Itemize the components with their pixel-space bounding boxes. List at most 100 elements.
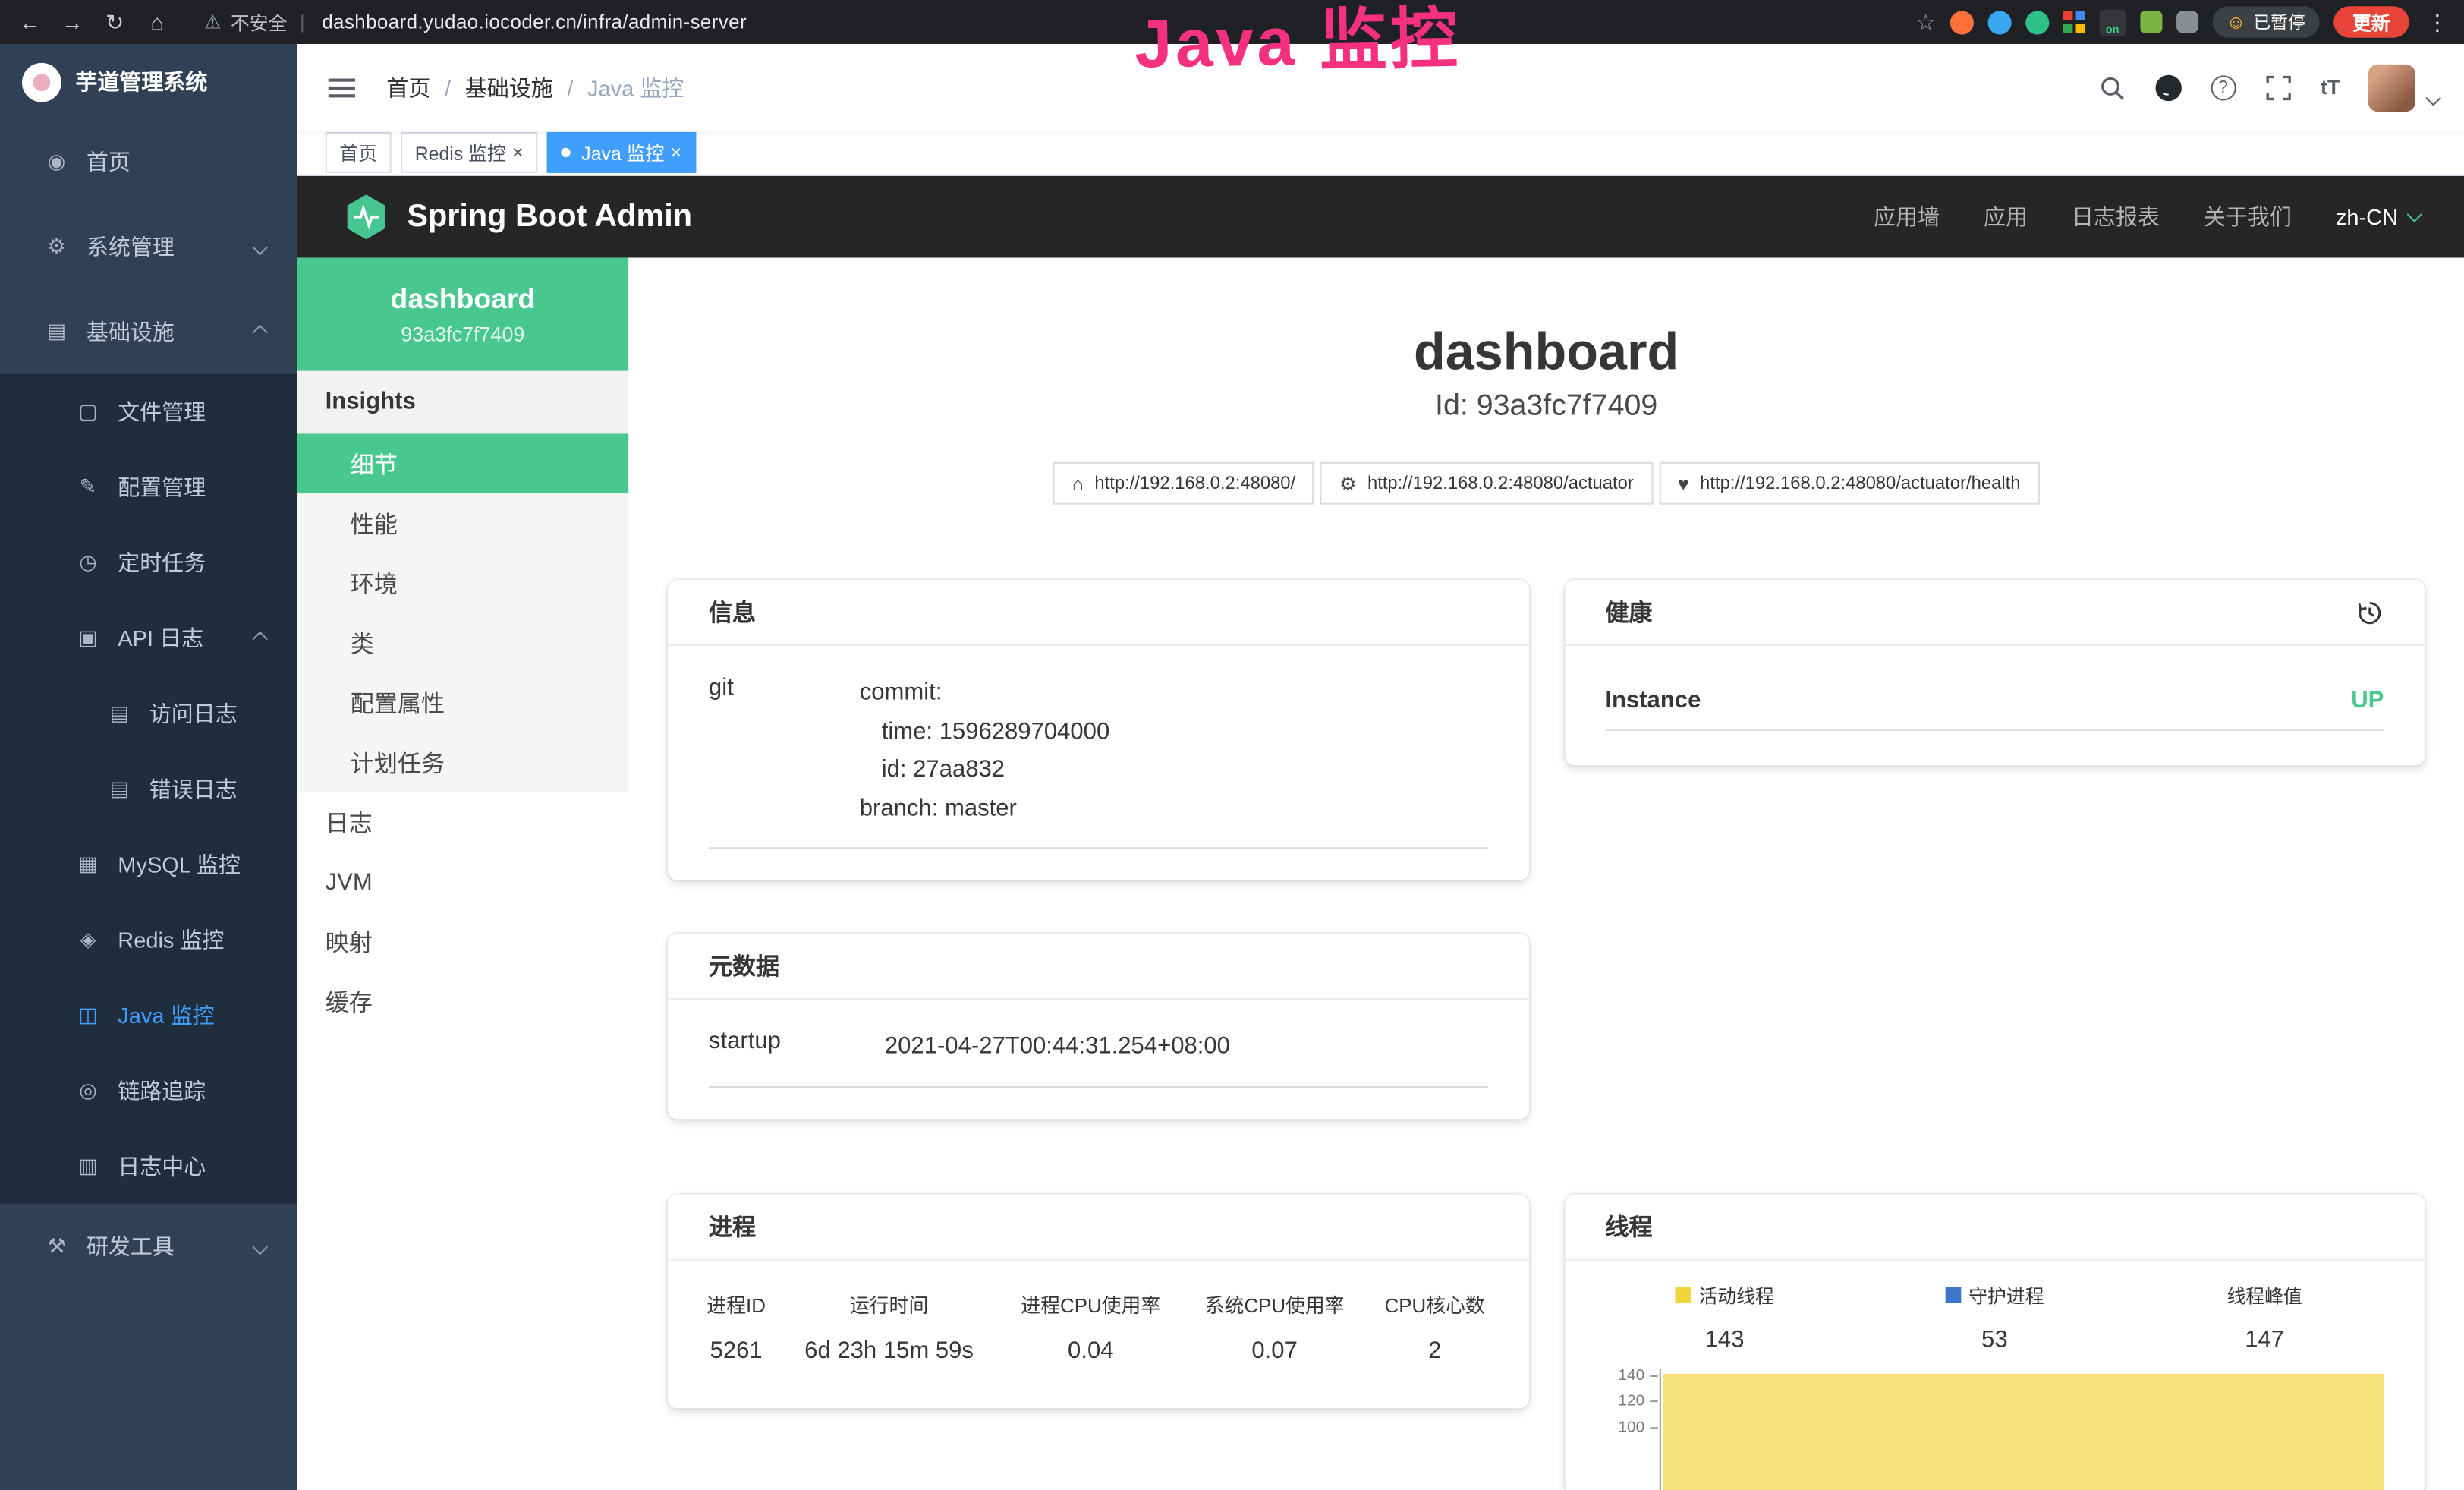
address-bar[interactable]: dashboard.yudao.iocoder.cn/infra/admin-s… — [322, 11, 747, 33]
sidebar-item-api-log[interactable]: ▣ API 日志 — [0, 600, 297, 676]
browser-menu-icon[interactable]: ⋮ — [2426, 8, 2448, 35]
sba-brand[interactable]: Spring Boot Admin — [341, 192, 692, 242]
sidebar-item-label: 系统管理 — [87, 231, 175, 262]
val-system-cpu: 0.07 — [1182, 1328, 1366, 1382]
sidebar-item-redis-monitor[interactable]: ◈ Redis 监控 — [0, 903, 297, 978]
sidebar-item-label: 配置管理 — [118, 471, 206, 502]
edit-icon: ✎ — [75, 474, 100, 499]
breadcrumb-home[interactable]: 首页 — [386, 71, 430, 102]
tab-home[interactable]: 首页 — [326, 132, 392, 173]
security-chip[interactable]: ⚠ 不安全 | — [204, 8, 307, 35]
menu-item-beans[interactable]: 类 — [297, 613, 628, 673]
metadata-card: 元数据 startup 2021-04-27T00:44:31.254+08:0… — [668, 934, 1528, 1118]
git-commit-line: commit: — [860, 674, 1110, 713]
avatar-caret-icon — [2425, 90, 2440, 106]
paused-badge[interactable]: ☺ 已暂停 — [2212, 6, 2319, 37]
menu-item-mappings[interactable]: 映射 — [297, 912, 628, 972]
search-icon[interactable] — [2097, 73, 2126, 101]
instance-urls: ⌂ http://192.168.0.2:48080/ ⚙ http://192… — [628, 462, 2464, 505]
actuator-url-badge[interactable]: ⚙ http://192.168.0.2:48080/actuator — [1320, 462, 1652, 505]
sidebar-toggle[interactable] — [323, 71, 362, 102]
log-icon: ▣ — [75, 625, 100, 650]
extension-fox-icon[interactable] — [1949, 10, 1973, 33]
update-button[interactable]: 更新 — [2333, 6, 2409, 37]
sidebar-item-scheduled-jobs[interactable]: ◷ 定时任务 — [0, 525, 297, 600]
sidebar-item-system[interactable]: ⚙ 系统管理 — [0, 204, 297, 289]
menu-item-jvm[interactable]: JVM — [297, 852, 628, 912]
health-instance-row[interactable]: Instance UP — [1605, 687, 2384, 731]
refresh-icon[interactable]: ↻ — [101, 0, 129, 44]
health-url-badge[interactable]: ♥ http://192.168.0.2:48080/actuator/heal… — [1659, 462, 2039, 505]
menu-item-metrics[interactable]: 性能 — [297, 493, 628, 553]
menu-item-loggers[interactable]: 日志 — [297, 792, 628, 852]
java-monitor-icon: ◫ — [75, 1003, 100, 1028]
sidebar-item-infra[interactable]: ▤ 基础设施 — [0, 289, 297, 374]
home-icon[interactable]: ⌂ — [143, 0, 171, 44]
sidebar-item-dev-tools[interactable]: ⚒ 研发工具 — [0, 1204, 297, 1289]
sidebar-item-trace[interactable]: ◎ 链路追踪 — [0, 1053, 297, 1128]
extensions-puzzle-icon[interactable] — [2176, 11, 2198, 33]
tab-java-monitor[interactable]: Java 监控 × — [547, 132, 696, 173]
sba-navbar: Spring Boot Admin 应用墙 应用 日志报表 关于我们 zh-CN — [297, 176, 2464, 258]
info-card-title: 信息 — [668, 580, 1528, 646]
metadata-card-title: 元数据 — [668, 934, 1528, 1000]
health-card: 健康 — [1564, 580, 2425, 765]
extension-on-badge[interactable]: on — [2099, 8, 2126, 35]
extension-leaf-icon[interactable] — [2140, 11, 2162, 33]
health-card-title: 健康 — [1605, 596, 1652, 628]
menu-item-environment[interactable]: 环境 — [297, 553, 628, 613]
health-instance-label: Instance — [1605, 687, 1701, 713]
nav-applications[interactable]: 应用 — [1984, 201, 2028, 232]
tab-label: Redis 监控 — [415, 139, 506, 165]
sba-logo-icon — [341, 192, 391, 242]
process-header-row: 进程ID 运行时间 进程CPU使用率 系统CPU使用率 CPU核心数 — [693, 1275, 1503, 1327]
metadata-value: 2021-04-27T00:44:31.254+08:00 — [885, 1028, 1230, 1066]
extension-drop-icon[interactable] — [1987, 10, 2011, 33]
fullscreen-icon[interactable] — [2264, 73, 2292, 101]
history-icon[interactable] — [2355, 598, 2384, 626]
app-logo[interactable]: 芋道管理系统 — [0, 44, 297, 119]
tab-redis-monitor[interactable]: Redis 监控 × — [401, 132, 537, 173]
close-icon[interactable]: × — [512, 143, 524, 162]
help-icon[interactable]: ? — [2211, 74, 2236, 99]
legend-daemon-threads: 守护进程 53 — [1859, 1282, 2129, 1353]
service-url-badge[interactable]: ⌂ http://192.168.0.2:48080/ — [1053, 462, 1314, 505]
menu-item-caches[interactable]: 缓存 — [297, 972, 628, 1032]
menu-item-config-props[interactable]: 配置属性 — [297, 673, 628, 732]
nav-about[interactable]: 关于我们 — [2204, 201, 2292, 232]
yellow-square-icon — [1675, 1287, 1691, 1303]
avatar[interactable] — [2368, 64, 2415, 111]
menu-item-scheduled-tasks[interactable]: 计划任务 — [297, 732, 628, 792]
sidebar-item-log-center[interactable]: ▥ 日志中心 — [0, 1129, 297, 1204]
sidebar-item-mysql-monitor[interactable]: ▦ MySQL 监控 — [0, 827, 297, 902]
sidebar-item-config-manage[interactable]: ✎ 配置管理 — [0, 449, 297, 524]
sidebar-item-error-log[interactable]: ▤ 错误日志 — [0, 751, 297, 827]
tab-label: 首页 — [339, 139, 377, 165]
bookmark-star-icon[interactable]: ☆ — [1916, 8, 1936, 35]
nav-journal[interactable]: 日志报表 — [2072, 201, 2160, 232]
back-icon[interactable]: ← — [16, 0, 44, 44]
instance-header[interactable]: dashboard 93a3fc7f7409 — [297, 258, 628, 371]
sidebar-item-home[interactable]: ◉ 首页 — [0, 119, 297, 204]
breadcrumb-infra[interactable]: 基础设施 — [465, 71, 553, 102]
extension-green-icon[interactable] — [2025, 10, 2049, 33]
github-icon[interactable] — [2154, 73, 2182, 101]
close-icon[interactable]: × — [671, 143, 682, 162]
instance-name: dashboard — [391, 283, 536, 316]
val-pid: 5261 — [693, 1328, 779, 1382]
info-value: commit: time: 1596289704000 id: 27aa832 … — [860, 674, 1110, 828]
sidebar-item-java-monitor[interactable]: ◫ Java 监控 — [0, 978, 297, 1053]
val-process-cpu: 0.04 — [999, 1328, 1182, 1382]
sidebar-item-label: 基础设施 — [87, 316, 175, 347]
extension-grid-icon[interactable] — [2063, 11, 2085, 33]
sidebar-item-file-manage[interactable]: ▢ 文件管理 — [0, 374, 297, 449]
locale-selector[interactable]: zh-CN — [2336, 204, 2420, 229]
font-size-icon[interactable]: tT — [2321, 75, 2340, 99]
legend-label: 线程峰值 — [2226, 1282, 2302, 1309]
sidebar-item-label: API 日志 — [118, 622, 203, 654]
forward-icon[interactable]: → — [58, 0, 87, 44]
page-title: dashboard — [628, 320, 2464, 383]
menu-item-details[interactable]: 细节 — [297, 434, 628, 494]
nav-wallboard[interactable]: 应用墙 — [1874, 201, 1940, 232]
sidebar-item-access-log[interactable]: ▤ 访问日志 — [0, 676, 297, 751]
